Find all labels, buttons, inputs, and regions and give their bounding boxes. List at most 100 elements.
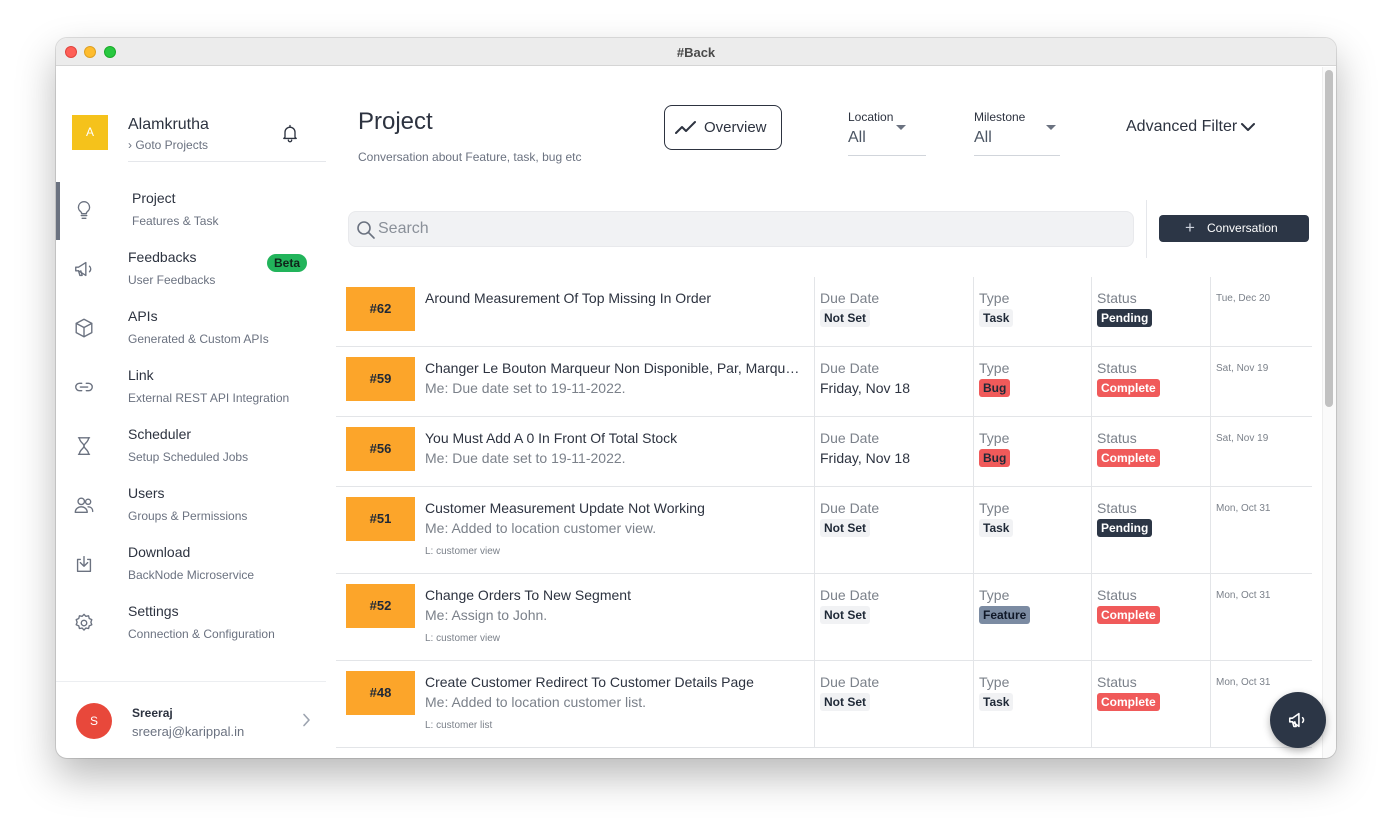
ticket-last-message: Me: Due date set to 19-11-2022. [425,450,626,466]
link-icon [75,382,93,392]
status-badge: Complete [1097,693,1160,711]
app-window: #Back A Alamkrutha › Goto Projects Proje… [56,38,1336,758]
location-value: All [848,129,866,146]
sidebar-item-title: APIs [128,308,158,324]
conversation-row[interactable]: #52 Change Orders To New Segment Me: Assig… [336,574,1312,661]
type-label: Type [979,290,1010,306]
ticket-last-message: Me: Added to location customer list. [425,694,646,710]
sidebar-item-subtitle: External REST API Integration [128,391,290,405]
announcement-fab[interactable] [1270,692,1326,748]
column-divider [1091,661,1092,748]
goto-projects-link[interactable]: › Goto Projects [128,138,208,152]
caret-down-icon [896,125,906,130]
sidebar-item-title: Link [128,367,154,383]
location-select[interactable]: Location All [848,110,926,156]
download-icon [76,555,92,573]
conversation-row[interactable]: #56 You Must Add A 0 In Front Of Total St… [336,417,1312,487]
due-date-badge: Not Set [820,309,870,327]
column-divider [814,277,815,347]
overview-button[interactable]: Overview [664,105,782,150]
ticket-id: #56 [346,427,415,471]
status-badge: Pending [1097,519,1153,537]
sidebar-item-title: Users [128,485,165,501]
ticket-title: Around Measurement Of Top Missing In Ord… [425,290,712,306]
sidebar-item-link[interactable]: Link External REST API Integration [56,359,326,417]
sidebar-item-title: Settings [128,603,179,619]
sidebar-item-apis[interactable]: APIs Generated & Custom APIs [56,300,326,358]
status-label: Status [1097,500,1137,516]
column-divider [973,487,974,574]
status-label: Status [1097,360,1137,376]
due-date-label: Due Date [820,290,880,306]
sidebar-item-users[interactable]: Users Groups & Permissions [56,477,326,535]
ticket-id: #51 [346,497,415,541]
user-divider [56,681,326,682]
conversation-row[interactable]: #48 Create Customer Redirect To Customer … [336,661,1312,748]
toolbar-divider [1146,200,1147,258]
cube-icon [75,318,93,338]
ticket-date: Mon, Oct 31 [1216,677,1271,688]
bulb-icon [77,201,91,219]
sidebar-item-subtitle: Connection & Configuration [128,627,275,641]
milestone-value: All [974,129,992,146]
sidebar: A Alamkrutha › Goto Projects Project Feat… [56,67,336,758]
column-divider [1210,277,1211,347]
column-divider [973,277,974,347]
sidebar-item-project[interactable]: Project Features & Task [56,182,326,240]
sidebar-item-download[interactable]: Download BackNode Microservice [56,536,326,594]
sidebar-item-subtitle: BackNode Microservice [128,568,255,582]
column-divider [1210,487,1211,574]
conversation-row[interactable]: #51 Customer Measurement Update Not Worki… [336,487,1312,574]
column-divider [1091,417,1092,487]
status-label: Status [1097,674,1137,690]
chevron-down-icon [1241,123,1255,131]
column-divider [973,417,974,487]
org-divider [128,161,326,162]
page-title: Project [358,108,433,135]
org-name: Alamkrutha [128,116,209,133]
sidebar-item-feedbacks[interactable]: Feedbacks User Feedbacks Beta [56,241,326,299]
ticket-id: #62 [346,287,415,331]
sidebar-item-subtitle: Generated & Custom APIs [128,332,269,346]
column-divider [973,347,974,417]
ticket-title: Create Customer Redirect To Customer Det… [425,674,754,690]
column-divider [1210,574,1211,661]
overview-label: Overview [704,119,767,136]
ticket-id: #48 [346,671,415,715]
ticket-last-message: Me: Due date set to 19-11-2022. [425,380,626,396]
due-date-badge: Not Set [820,693,870,711]
status-badge: Pending [1097,309,1153,327]
ticket-title: You Must Add A 0 In Front Of Total Stock [425,430,678,446]
due-date-label: Due Date [820,500,880,516]
ticket-date: Mon, Oct 31 [1216,503,1271,514]
sidebar-item-settings[interactable]: Settings Connection & Configuration [56,595,326,653]
search-input[interactable] [378,212,1118,246]
sidebar-item-scheduler[interactable]: Scheduler Setup Scheduled Jobs [56,418,326,476]
status-badge: Complete [1097,449,1160,467]
chevron-right-icon[interactable] [300,713,312,727]
add-conversation-button[interactable]: + Conversation [1159,215,1309,242]
status-label: Status [1097,290,1137,306]
org-avatar: A [72,115,108,150]
due-date-value: Friday, Nov 18 [820,380,910,396]
ticket-last-message: Me: Assign to John. [425,607,548,623]
conversation-row[interactable]: #59 Changer Le Bouton Marqueur Non Dispon… [336,347,1312,417]
ticket-title: Change Orders To New Segment [425,587,631,603]
milestone-select[interactable]: Milestone All [974,110,1060,156]
megaphone-icon [1288,712,1305,728]
advanced-filter-button[interactable]: Advanced Filter [1126,118,1255,136]
type-badge: Bug [979,379,1011,397]
column-divider [1210,417,1211,487]
ticket-title: Customer Measurement Update Not Working [425,500,705,516]
advanced-filter-label: Advanced Filter [1126,118,1238,135]
conversation-row[interactable]: #62 Around Measurement Of Top Missing In … [336,277,1312,347]
ticket-id: #52 [346,584,415,628]
bell-icon[interactable] [280,123,300,143]
due-date-label: Due Date [820,430,880,446]
location-label: Location [848,110,894,124]
scrollbar-thumb[interactable] [1325,70,1333,407]
column-divider [814,574,815,661]
sidebar-item-title: Scheduler [128,426,192,442]
column-divider [1210,347,1211,417]
ticket-location: L: customer view [425,633,501,644]
